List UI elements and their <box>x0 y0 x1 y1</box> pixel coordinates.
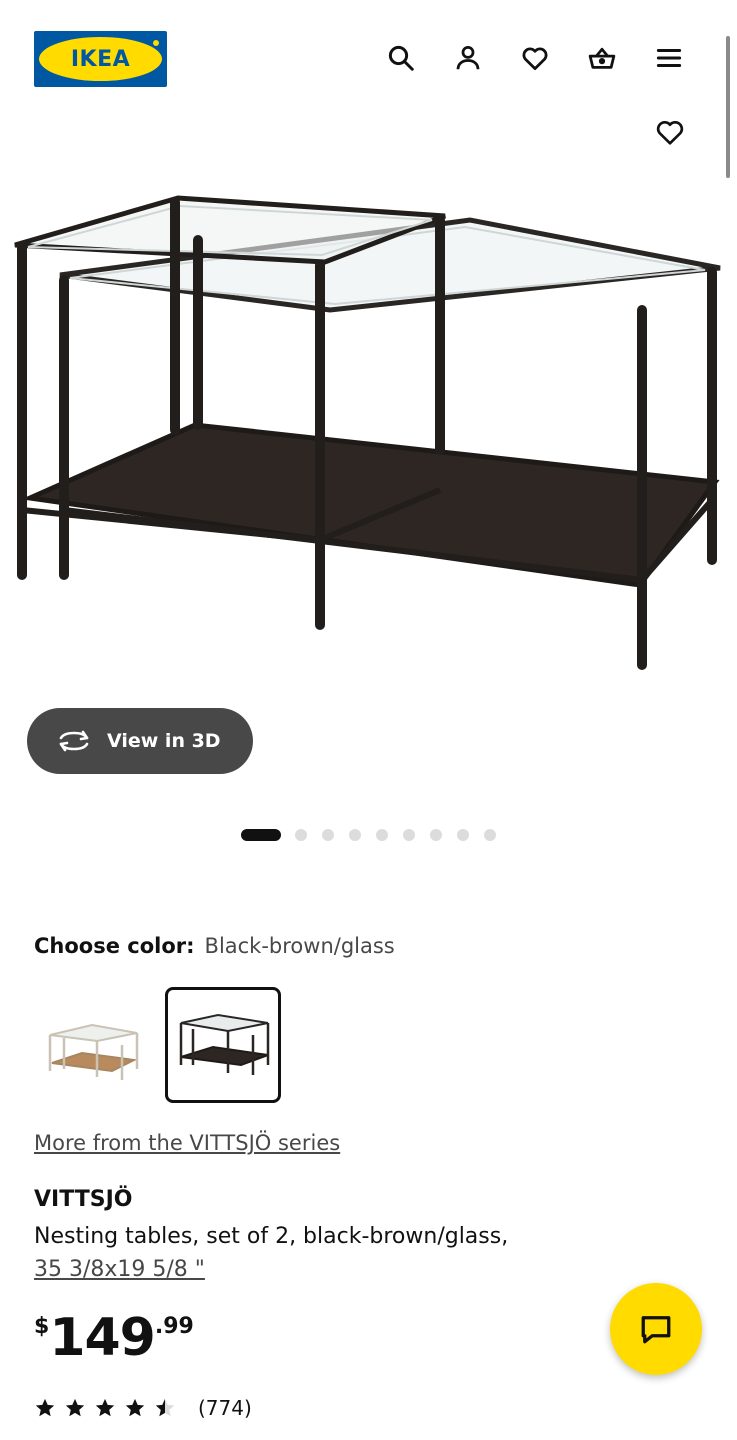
selected-color-value: Black-brown/glass <box>204 934 395 958</box>
basket-icon[interactable] <box>584 40 620 76</box>
chat-bubble-icon <box>641 1316 671 1344</box>
star-full-icon <box>125 1398 145 1417</box>
carousel-dot[interactable] <box>349 829 361 841</box>
color-swatch-black-brown-glass[interactable] <box>165 987 281 1103</box>
carousel-dot[interactable] <box>295 829 307 841</box>
choose-color-label: Choose color: <box>34 934 195 958</box>
chat-button[interactable] <box>610 1283 702 1375</box>
product-price: $ 149 .99 <box>34 1308 194 1368</box>
site-header: IKEA <box>0 0 737 110</box>
rating-count: (774) <box>198 1396 252 1420</box>
carousel-dot[interactable] <box>403 829 415 841</box>
menu-icon[interactable] <box>651 40 687 76</box>
color-chooser: Choose color: Black-brown/glass <box>34 934 395 958</box>
price-integer: 149 <box>49 1308 156 1368</box>
product-description: Nesting tables, set of 2, black-brown/gl… <box>34 1220 634 1286</box>
carousel-dot[interactable] <box>484 829 496 841</box>
carousel-dot[interactable] <box>457 829 469 841</box>
carousel-dot-active[interactable] <box>241 829 281 841</box>
ikea-logo[interactable]: IKEA <box>34 31 167 87</box>
carousel-dot[interactable] <box>322 829 334 841</box>
carousel-dot[interactable] <box>430 829 442 841</box>
logo-text: IKEA <box>70 47 131 72</box>
view-in-3d-button[interactable]: View in 3D <box>27 708 253 774</box>
product-name: VITTSJÖ <box>34 1187 133 1212</box>
user-icon[interactable] <box>450 40 486 76</box>
scrollbar[interactable] <box>726 36 730 178</box>
star-half-icon <box>155 1398 175 1417</box>
product-rating[interactable]: (774) <box>34 1396 252 1420</box>
product-image[interactable] <box>0 180 737 700</box>
image-carousel-dots <box>241 828 511 842</box>
carousel-dot[interactable] <box>376 829 388 841</box>
color-swatch-oak-glass[interactable] <box>34 987 150 1103</box>
price-currency: $ <box>34 1314 50 1339</box>
add-to-favorites-heart-icon[interactable] <box>651 113 689 151</box>
black-brown-glass-thumbnail <box>179 1013 270 1075</box>
search-icon[interactable] <box>383 40 419 76</box>
star-full-icon <box>65 1398 85 1417</box>
product-dimensions-link[interactable]: 35 3/8x19 5/8 " <box>34 1257 205 1282</box>
heart-icon[interactable] <box>517 40 553 76</box>
rotate-3d-icon <box>59 730 89 752</box>
star-full-icon <box>95 1398 115 1417</box>
oak-glass-thumbnail <box>48 1023 139 1080</box>
series-link[interactable]: More from the VITTSJÖ series <box>34 1131 340 1155</box>
price-decimal: .99 <box>154 1314 194 1339</box>
view-in-3d-label: View in 3D <box>107 730 221 752</box>
product-description-text: Nesting tables, set of 2, black-brown/gl… <box>34 1224 509 1249</box>
registered-mark <box>152 39 160 47</box>
star-full-icon <box>35 1398 55 1417</box>
logo-oval: IKEA <box>39 37 162 81</box>
